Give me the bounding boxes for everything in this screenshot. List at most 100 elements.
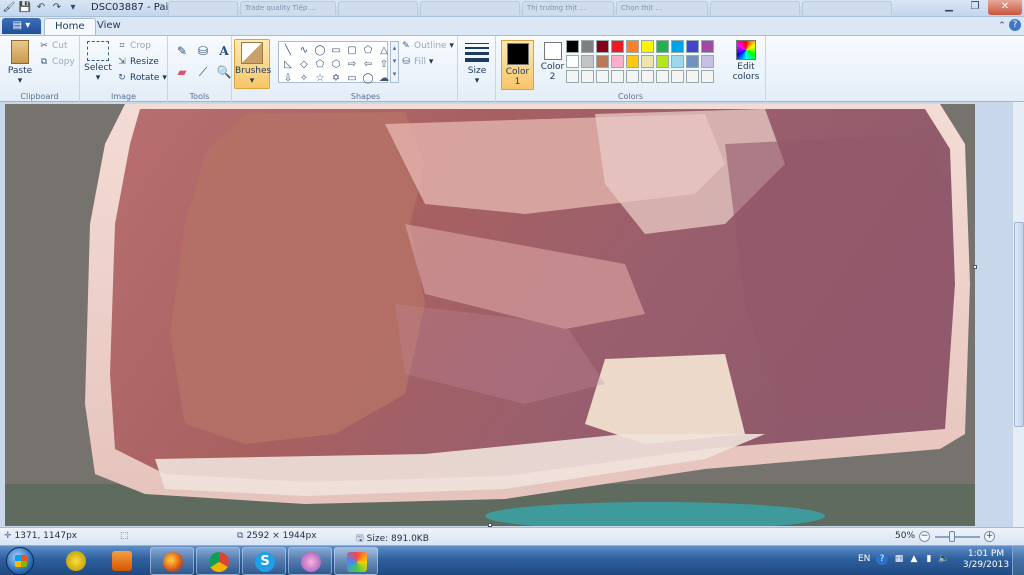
browser-tab[interactable]: [710, 1, 800, 15]
oval-callout-shape-icon[interactable]: ◯: [361, 72, 375, 85]
color1-button[interactable]: Color 1: [501, 40, 534, 90]
color-picker-icon[interactable]: ⟋: [195, 64, 211, 80]
palette-swatch[interactable]: [626, 55, 639, 68]
app-tray-icon[interactable]: ▦: [893, 553, 905, 565]
select-button[interactable]: Select ▾: [84, 41, 112, 83]
down-arrow-shape-icon[interactable]: ⇩: [281, 72, 295, 85]
browser-tab[interactable]: [420, 1, 520, 15]
rectangle-shape-icon[interactable]: ▭: [329, 44, 343, 57]
palette-swatch[interactable]: [566, 70, 579, 83]
save-icon[interactable]: 💾: [18, 1, 32, 15]
taskbar-media-player[interactable]: [100, 547, 144, 575]
palette-swatch[interactable]: [671, 55, 684, 68]
magnifier-icon[interactable]: 🔍: [216, 64, 232, 80]
palette-swatch[interactable]: [596, 70, 609, 83]
clock[interactable]: 1:01 PM 3/29/2013: [962, 549, 1010, 571]
polygon-shape-icon[interactable]: ⬠: [361, 44, 375, 57]
palette-swatch[interactable]: [656, 55, 669, 68]
browser-tab[interactable]: [338, 1, 418, 15]
browser-tab[interactable]: [168, 1, 238, 15]
palette-swatch[interactable]: [701, 70, 714, 83]
palette-swatch[interactable]: [626, 70, 639, 83]
rotate-button[interactable]: ↻ Rotate ▾: [117, 73, 167, 83]
crop-button[interactable]: ⌗ Crop: [117, 41, 151, 51]
palette-swatch[interactable]: [671, 70, 684, 83]
left-arrow-shape-icon[interactable]: ⇦: [361, 58, 375, 71]
fill-bucket-icon[interactable]: ⛁: [195, 43, 211, 59]
show-desktop-button[interactable]: [1012, 546, 1024, 575]
browser-tab[interactable]: Trade quality Tiệp ...: [240, 1, 336, 15]
zoom-slider-thumb[interactable]: [949, 531, 955, 542]
help-tray-icon[interactable]: ?: [876, 553, 888, 565]
maximize-icon[interactable]: ❐: [962, 0, 988, 15]
language-indicator[interactable]: EN: [858, 554, 870, 564]
scroll-thumb[interactable]: [1014, 222, 1024, 427]
resize-handle-right[interactable]: [973, 265, 977, 269]
palette-swatch[interactable]: [641, 70, 654, 83]
palette-swatch[interactable]: [611, 40, 624, 53]
minimize-icon[interactable]: ▁: [936, 0, 962, 15]
palette-swatch[interactable]: [686, 40, 699, 53]
palette-swatch[interactable]: [671, 40, 684, 53]
zoom-slider[interactable]: [935, 536, 980, 538]
browser-tab[interactable]: [802, 1, 892, 15]
callout-shape-icon[interactable]: ▭: [345, 72, 359, 85]
hexagon-shape-icon[interactable]: ⬡: [329, 58, 343, 71]
palette-swatch[interactable]: [656, 40, 669, 53]
palette-swatch[interactable]: [626, 40, 639, 53]
palette-swatch[interactable]: [701, 40, 714, 53]
palette-swatch[interactable]: [581, 70, 594, 83]
vertical-scrollbar[interactable]: [1012, 102, 1024, 527]
pencil-icon[interactable]: ✎: [174, 43, 190, 59]
right-triangle-shape-icon[interactable]: ◺: [281, 58, 295, 71]
palette-swatch[interactable]: [686, 70, 699, 83]
canvas-image[interactable]: [5, 104, 975, 526]
taskbar-firefox[interactable]: [150, 547, 194, 575]
copy-button[interactable]: ⧉ Copy: [39, 57, 75, 67]
color2-button[interactable]: Color 2: [536, 40, 569, 90]
taskbar-chrome[interactable]: [196, 547, 240, 575]
palette-swatch[interactable]: [641, 40, 654, 53]
outline-button[interactable]: ✎ Outline ▾: [401, 41, 454, 51]
customize-qat-icon[interactable]: ▾: [66, 1, 80, 15]
paint-app-icon[interactable]: 🖌: [2, 1, 16, 15]
palette-swatch[interactable]: [641, 55, 654, 68]
right-arrow-shape-icon[interactable]: ⇨: [345, 58, 359, 71]
close-icon[interactable]: ✕: [988, 0, 1022, 15]
browser-tab[interactable]: Chọn thịt ...: [616, 1, 708, 15]
diamond-shape-icon[interactable]: ◇: [297, 58, 311, 71]
fill-button[interactable]: ⛁ Fill ▾: [401, 57, 433, 67]
brushes-button[interactable]: Brushes ▾: [234, 39, 271, 89]
palette-swatch[interactable]: [566, 40, 579, 53]
network-icon[interactable]: ▮: [923, 553, 935, 565]
four-point-star-shape-icon[interactable]: ✧: [297, 72, 311, 85]
redo-icon[interactable]: ↷: [50, 1, 64, 15]
palette-swatch[interactable]: [656, 70, 669, 83]
triangle-shape-icon[interactable]: △: [377, 44, 391, 57]
palette-swatch[interactable]: [701, 55, 714, 68]
curve-shape-icon[interactable]: ∿: [297, 44, 311, 57]
undo-icon[interactable]: ↶: [34, 1, 48, 15]
palette-swatch[interactable]: [686, 55, 699, 68]
taskbar-yahoo-messenger[interactable]: [54, 547, 98, 575]
palette-swatch[interactable]: [581, 55, 594, 68]
edit-colors-button[interactable]: Edit colors: [730, 40, 762, 82]
paste-button[interactable]: Paste ▾: [6, 40, 34, 86]
show-hidden-icons-icon[interactable]: ▲: [908, 553, 920, 565]
resize-button[interactable]: ⇲ Resize: [117, 57, 159, 67]
canvas-area[interactable]: [0, 102, 1024, 527]
cloud-callout-shape-icon[interactable]: ☁: [377, 72, 391, 85]
line-shape-icon[interactable]: ╲: [281, 44, 295, 57]
palette-swatch[interactable]: [611, 55, 624, 68]
taskbar-paint[interactable]: [334, 547, 378, 575]
up-arrow-shape-icon[interactable]: ⇧: [377, 58, 391, 71]
browser-tab[interactable]: Thị trường thịt ...: [522, 1, 614, 15]
shapes-scroll[interactable]: ▴ ▾ ▾: [390, 41, 399, 83]
help-icon[interactable]: ?: [1009, 19, 1021, 31]
cut-button[interactable]: ✂ Cut: [39, 41, 67, 51]
five-point-star-shape-icon[interactable]: ☆: [313, 72, 327, 85]
palette-swatch[interactable]: [596, 55, 609, 68]
size-button[interactable]: Size ▾: [463, 41, 491, 86]
zoom-in-icon[interactable]: +: [984, 531, 995, 542]
tab-view[interactable]: View: [87, 18, 131, 35]
